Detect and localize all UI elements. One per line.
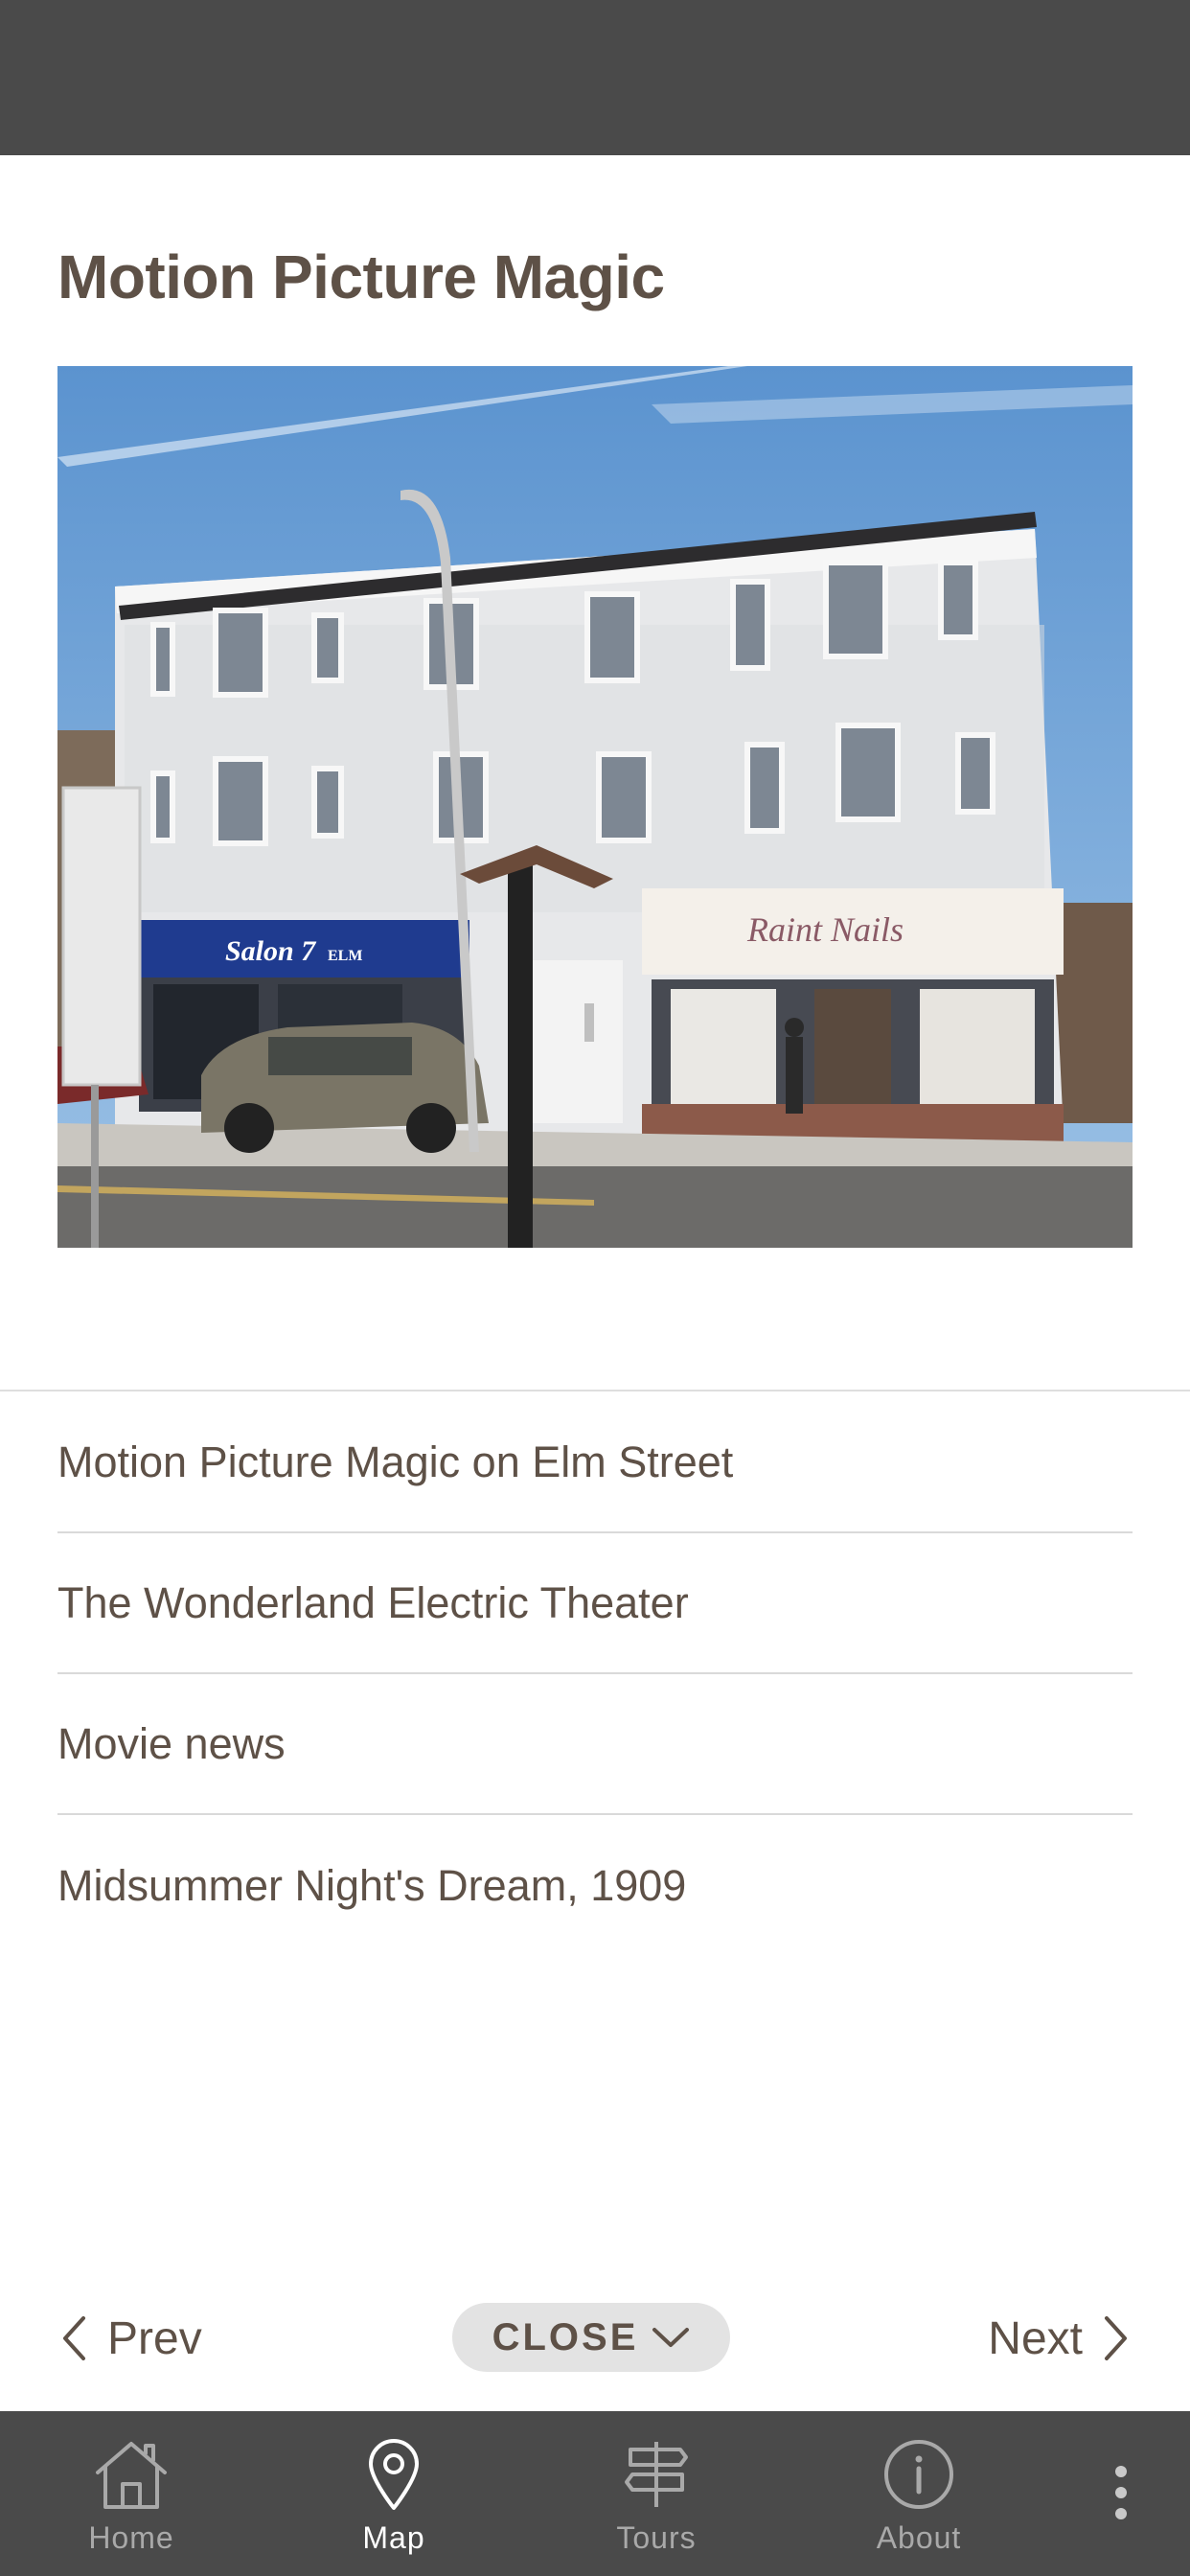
- more-vertical-icon: [1115, 2466, 1127, 2519]
- home-icon: [92, 2432, 171, 2517]
- more-menu-button[interactable]: [1090, 2450, 1152, 2536]
- pager-controls: Prev CLOSE Next: [0, 2288, 1190, 2384]
- next-label: Next: [988, 2312, 1083, 2364]
- map-pin-icon: [365, 2432, 423, 2517]
- story-item-label: Midsummer Night's Dream, 1909: [57, 1860, 687, 1910]
- prev-button[interactable]: Prev: [61, 2308, 202, 2369]
- location-photo[interactable]: Salon 7 ELM Raint Nails: [57, 366, 1133, 1248]
- prev-label: Prev: [107, 2312, 202, 2364]
- bottom-tab-bar: Home Map Tours About: [0, 2411, 1190, 2576]
- chevron-right-icon: [1105, 2316, 1127, 2360]
- tab-tours-label: Tours: [616, 2520, 697, 2555]
- story-item[interactable]: The Wonderland Electric Theater: [57, 1533, 1133, 1674]
- close-label: CLOSE: [492, 2315, 639, 2358]
- chevron-left-icon: [63, 2316, 85, 2360]
- nails-sign-text: Raint Nails: [746, 910, 904, 949]
- tab-tours[interactable]: Tours: [570, 2411, 743, 2576]
- tab-about-label: About: [876, 2520, 962, 2555]
- tab-map-label: Map: [362, 2520, 425, 2555]
- story-item-label: The Wonderland Electric Theater: [57, 1577, 689, 1627]
- story-list: Motion Picture Magic on Elm Street The W…: [57, 1392, 1133, 1956]
- tab-home[interactable]: Home: [45, 2411, 217, 2576]
- story-item-label: Motion Picture Magic on Elm Street: [57, 1437, 734, 1486]
- tab-map[interactable]: Map: [308, 2411, 480, 2576]
- tab-about[interactable]: About: [833, 2411, 1005, 2576]
- close-button[interactable]: CLOSE: [452, 2303, 730, 2372]
- salon-sign-small-text: ELM: [328, 948, 362, 964]
- page-title: Motion Picture Magic: [57, 242, 665, 311]
- status-bar: [0, 0, 1190, 155]
- info-icon: [882, 2432, 955, 2517]
- section-divider: [0, 1390, 1190, 1392]
- next-button[interactable]: Next: [988, 2308, 1129, 2369]
- tab-home-label: Home: [88, 2520, 174, 2555]
- story-item[interactable]: Movie news: [57, 1674, 1133, 1815]
- chevron-down-icon: [652, 2328, 690, 2347]
- story-item[interactable]: Motion Picture Magic on Elm Street: [57, 1392, 1133, 1533]
- signpost-icon: [623, 2432, 690, 2517]
- story-item[interactable]: Midsummer Night's Dream, 1909: [57, 1815, 1133, 1956]
- salon-sign-text: Salon 7: [225, 935, 316, 967]
- story-item-label: Movie news: [57, 1718, 286, 1768]
